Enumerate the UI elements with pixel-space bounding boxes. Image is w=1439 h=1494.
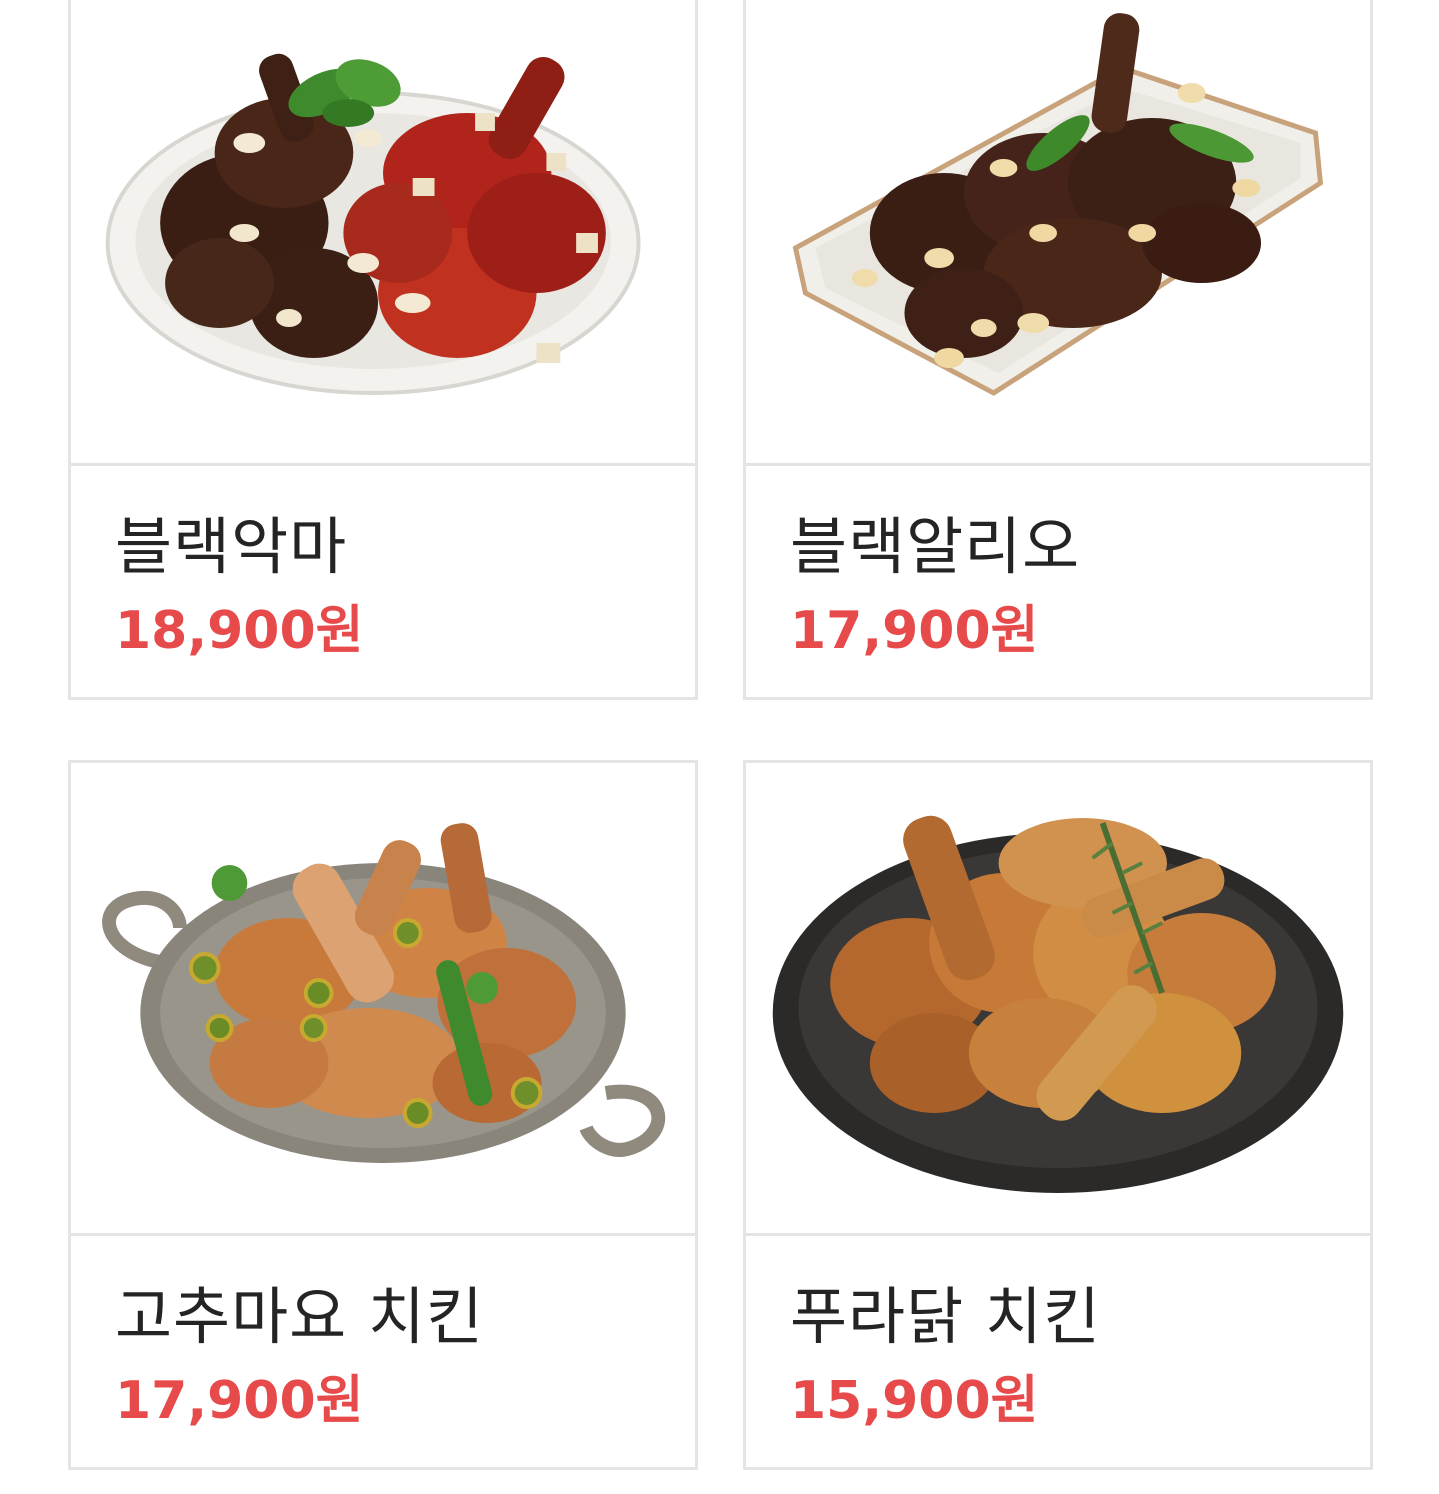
menu-item-name: 블랙알리오 — [790, 510, 1081, 583]
black-devil-chicken-image[interactable] — [71, 0, 695, 466]
menu-item-info: 블랙알리오 17,900원 — [746, 460, 1370, 697]
menu-item-info: 블랙악마 18,900원 — [71, 460, 695, 697]
menu-item-card[interactable]: 블랙알리오 17,900원 — [743, 0, 1373, 700]
menu-item-name: 푸라닭 치킨 — [790, 1280, 1101, 1353]
gochu-mayo-chicken-image[interactable] — [71, 763, 695, 1236]
menu-item-name: 고추마요 치킨 — [115, 1280, 484, 1353]
menu-item-name: 블랙악마 — [115, 510, 348, 583]
menu-item-card[interactable]: 블랙악마 18,900원 — [68, 0, 698, 700]
menu-item-info: 푸라닭 치킨 15,900원 — [746, 1230, 1370, 1467]
menu-item-price: 17,900원 — [790, 601, 1039, 661]
puradak-chicken-image[interactable] — [746, 763, 1370, 1236]
menu-item-card[interactable]: 고추마요 치킨 17,900원 — [68, 760, 698, 1470]
menu-item-price: 18,900원 — [115, 601, 364, 661]
menu-item-card[interactable]: 푸라닭 치킨 15,900원 — [743, 760, 1373, 1470]
menu-item-price: 17,900원 — [115, 1371, 364, 1431]
menu-item-price: 15,900원 — [790, 1371, 1039, 1431]
black-alio-chicken-image[interactable] — [746, 0, 1370, 466]
menu-item-info: 고추마요 치킨 17,900원 — [71, 1230, 695, 1467]
